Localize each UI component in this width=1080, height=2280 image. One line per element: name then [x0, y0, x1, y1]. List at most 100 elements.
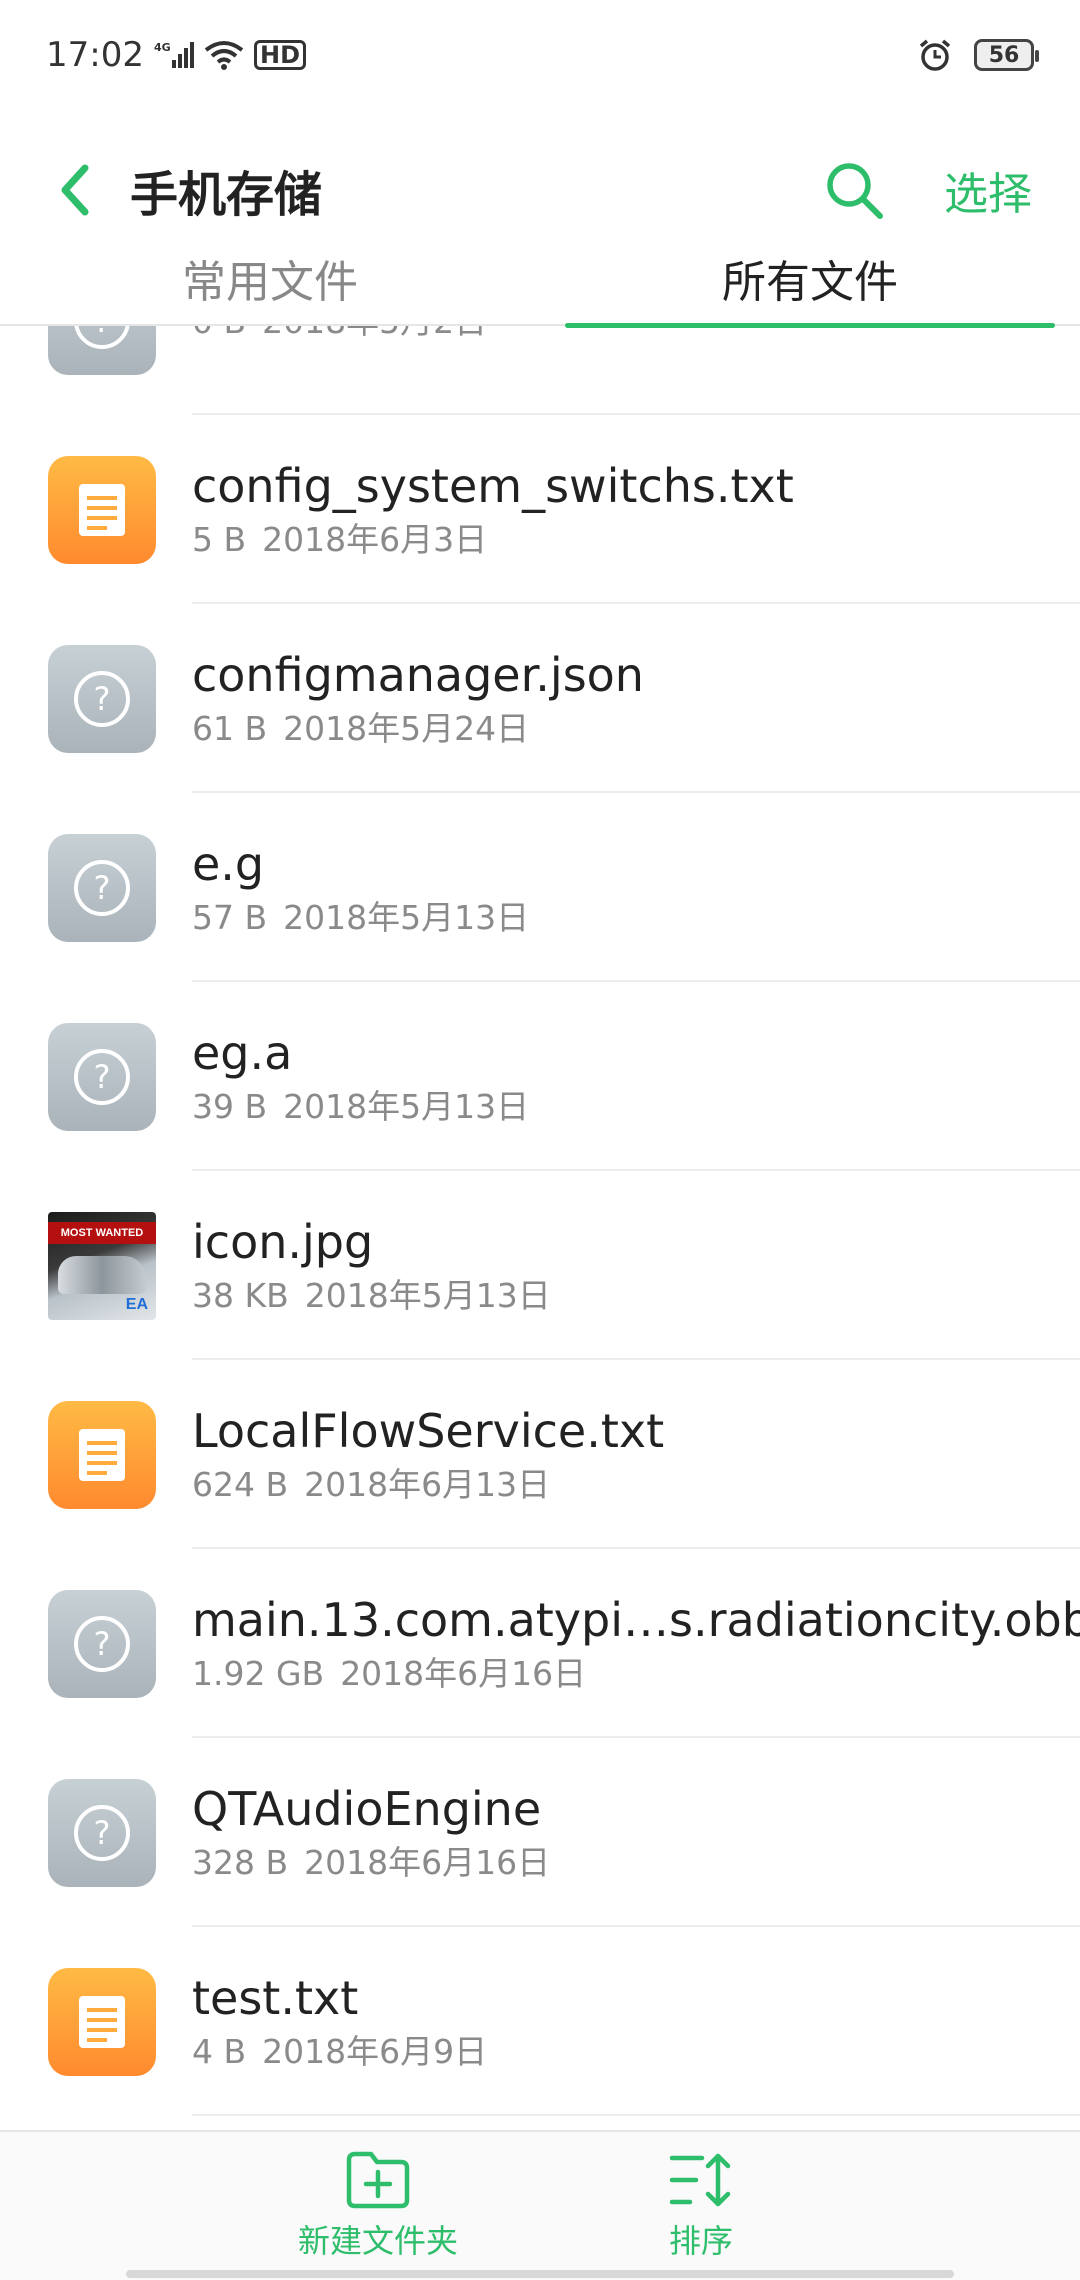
image-thumbnail: MOST WANTED EA [48, 1211, 156, 1320]
status-right: 56 [918, 38, 1039, 72]
file-text: icon.jpg 38 KB 2018年5月13日 [192, 1213, 551, 1319]
file-size: 57 B [192, 897, 268, 937]
file-size: 61 B [192, 708, 268, 748]
file-size: 624 B [192, 1464, 289, 1504]
file-name: main.13.com.atypi…s.radiationcity.obb [192, 1592, 1080, 1647]
list-item[interactable]: MOST WANTED EA icon.jpg 38 KB 2018年5月13日 [0, 1171, 1080, 1360]
file-list[interactable]: ? 0 B 2018年5月2日 config_system_switchs.txt… [0, 326, 1080, 2130]
file-size: 39 B [192, 1086, 268, 1126]
file-meta: 328 B 2018年6月16日 [192, 1840, 550, 1886]
file-size: 5 B [192, 519, 247, 559]
file-name: QTAudioEngine [192, 1781, 542, 1836]
new-folder-label: 新建文件夹 [297, 2222, 458, 2260]
file-size: 328 B [192, 1842, 289, 1882]
status-left: 17:02 4G HD [46, 35, 306, 75]
tab-all-files[interactable]: 所有文件 [540, 230, 1080, 328]
thumbnail-banner: MOST WANTED [48, 1221, 156, 1244]
file-date: 2018年6月16日 [340, 1653, 587, 1693]
list-item[interactable]: ? 0 B 2018年5月2日 [0, 326, 1080, 415]
file-name: icon.jpg [192, 1214, 374, 1269]
file-meta: 39 B 2018年5月13日 [192, 1084, 529, 1130]
svg-text:?: ? [94, 1625, 111, 1663]
file-text: configmanager.json 61 B 2018年5月24日 [192, 646, 644, 752]
file-size: 1.92 GB [192, 1653, 325, 1693]
unknown-file-icon: ? [48, 644, 156, 753]
file-meta: 4 B 2018年6月9日 [192, 2029, 487, 2075]
svg-text:?: ? [94, 869, 111, 907]
file-date: 2018年5月13日 [283, 897, 530, 937]
tab-common-files[interactable]: 常用文件 [0, 230, 540, 326]
svg-text:?: ? [94, 1814, 111, 1852]
file-list-content: ? 0 B 2018年5月2日 config_system_switchs.txt… [0, 326, 1080, 2116]
page-title: 手机存储 [130, 167, 323, 223]
status-bar: 17:02 4G HD 56 [0, 0, 1080, 110]
unknown-file-icon: ? [48, 326, 156, 375]
chevron-left-icon [61, 164, 89, 216]
file-meta: 0 B 2018年5月2日 [192, 326, 487, 345]
list-item[interactable]: test.txt 4 B 2018年6月9日 [0, 1927, 1080, 2116]
list-item[interactable]: LocalFlowService.txt 624 B 2018年6月13日 [0, 1360, 1080, 1549]
file-name: test.txt [192, 1970, 359, 2025]
file-name: eg.a [192, 1025, 293, 1080]
file-meta: 61 B 2018年5月24日 [192, 706, 644, 752]
clock: 17:02 [46, 35, 144, 75]
text-file-icon [48, 1400, 156, 1509]
unknown-file-icon: ? [48, 1589, 156, 1698]
file-date: 2018年5月2日 [262, 326, 487, 341]
file-meta: 1.92 GB 2018年6月16日 [192, 1651, 1080, 1697]
file-date: 2018年6月3日 [262, 519, 488, 559]
file-text: 0 B 2018年5月2日 [192, 326, 487, 345]
list-item[interactable]: config_system_switchs.txt 5 B 2018年6月3日 [0, 415, 1080, 604]
file-date: 2018年5月24日 [283, 708, 530, 748]
file-meta: 38 KB 2018年5月13日 [192, 1273, 551, 1319]
file-date: 2018年5月13日 [304, 1275, 551, 1315]
file-date: 2018年6月16日 [304, 1842, 551, 1882]
home-indicator[interactable] [126, 2270, 954, 2278]
file-size: 0 B [192, 326, 246, 341]
file-date: 2018年6月9日 [262, 2031, 488, 2071]
file-name: configmanager.json [192, 647, 644, 702]
search-icon [827, 163, 883, 219]
file-date: 2018年5月13日 [283, 1086, 530, 1126]
svg-text:4G: 4G [154, 41, 171, 54]
new-folder-button[interactable]: 新建文件夹 [218, 2132, 538, 2280]
list-item[interactable]: ? e.g 57 B 2018年5月13日 [0, 793, 1080, 982]
list-item[interactable]: ? main.13.com.atypi…s.radiationcity.obb … [0, 1549, 1080, 1738]
svg-text:?: ? [94, 680, 111, 718]
wifi-icon [204, 40, 244, 70]
alarm-icon [918, 38, 952, 72]
file-text: eg.a 39 B 2018年5月13日 [192, 1024, 529, 1130]
list-item[interactable]: ? eg.a 39 B 2018年5月13日 [0, 982, 1080, 1171]
file-text: config_system_switchs.txt 5 B 2018年6月3日 [192, 457, 794, 563]
hd-icon: HD [253, 40, 306, 70]
file-name: config_system_switchs.txt [192, 458, 794, 513]
file-text: test.txt 4 B 2018年6月9日 [192, 1969, 487, 2075]
list-item[interactable]: ? configmanager.json 61 B 2018年5月24日 [0, 604, 1080, 793]
text-file-icon [48, 1967, 156, 2076]
signal-icon: 4G [154, 40, 194, 70]
sort-button[interactable]: 排序 [538, 2132, 864, 2280]
tab-bar: 常用文件 所有文件 [0, 230, 1080, 328]
search-button[interactable] [814, 150, 894, 230]
unknown-file-icon: ? [48, 1022, 156, 1131]
back-button[interactable] [30, 140, 120, 240]
svg-text:?: ? [94, 1058, 111, 1096]
file-meta: 57 B 2018年5月13日 [192, 895, 529, 941]
file-size: 4 B [192, 2031, 247, 2071]
thumbnail-brand: EA [125, 1295, 148, 1313]
text-file-icon [48, 455, 156, 564]
new-folder-icon [346, 2151, 410, 2209]
header-actions: 选择 [814, 150, 1032, 230]
file-text: QTAudioEngine 328 B 2018年6月16日 [192, 1780, 550, 1886]
select-button[interactable]: 选择 [944, 158, 1032, 222]
file-name: LocalFlowService.txt [192, 1403, 665, 1458]
file-size: 38 KB [192, 1275, 289, 1315]
battery-icon: 56 [974, 39, 1039, 71]
file-date: 2018年6月13日 [304, 1464, 551, 1504]
list-item[interactable]: ? QTAudioEngine 328 B 2018年6月16日 [0, 1738, 1080, 1927]
file-text: main.13.com.atypi…s.radiationcity.obb 1.… [192, 1591, 1080, 1697]
sort-icon [669, 2153, 731, 2207]
bottom-action-bar: 新建文件夹 排序 [0, 2130, 1080, 2280]
sort-label: 排序 [668, 2222, 733, 2260]
file-name: e.g [192, 836, 265, 891]
